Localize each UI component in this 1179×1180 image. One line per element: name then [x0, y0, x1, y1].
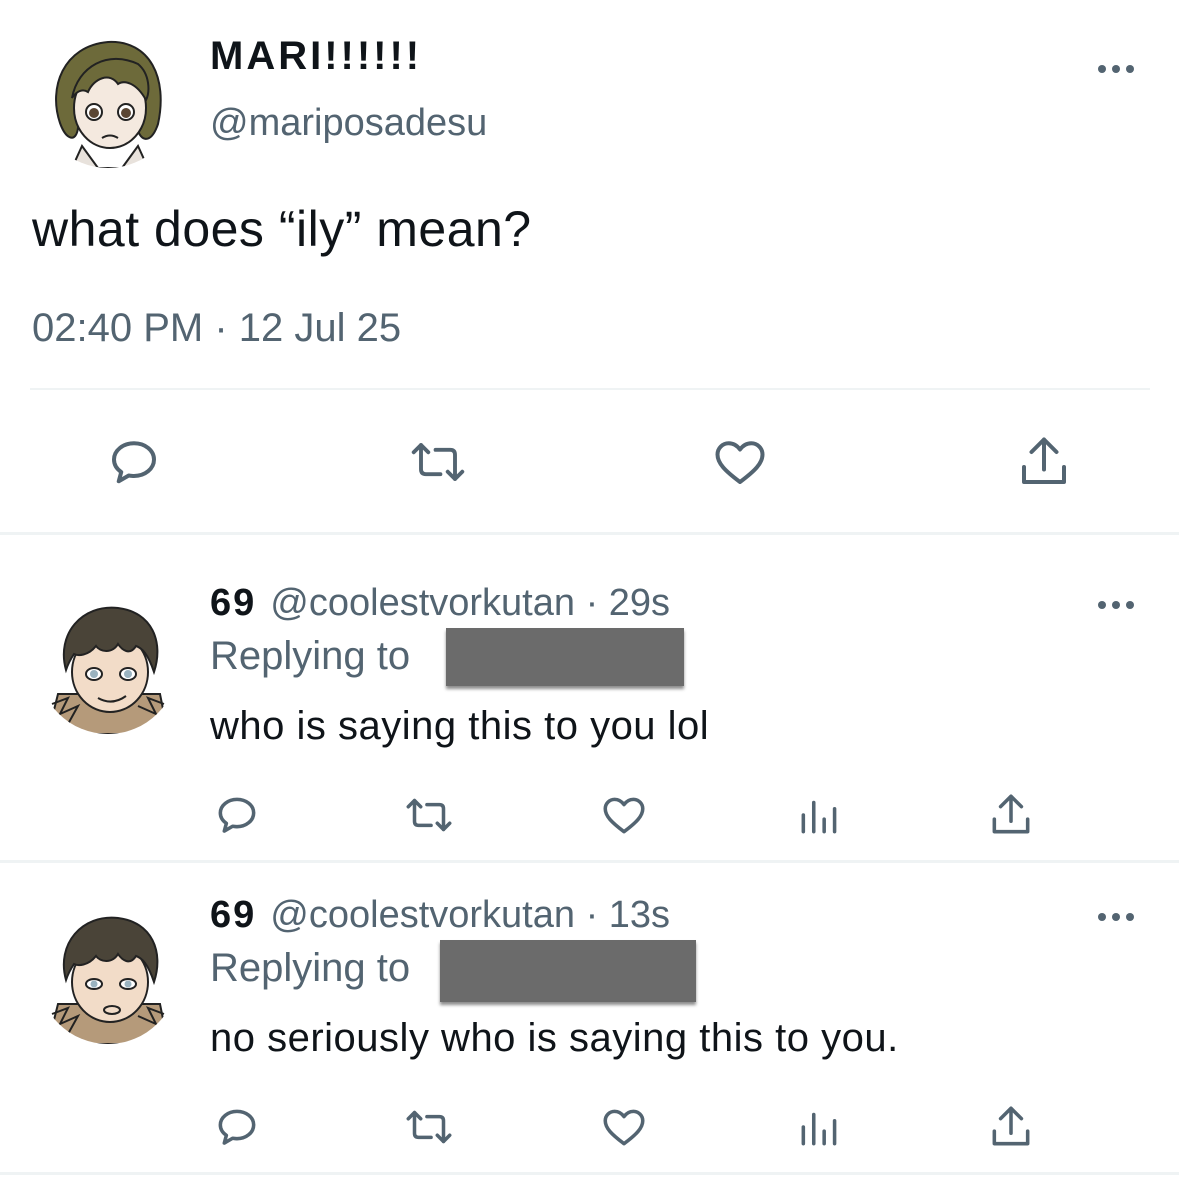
- like-button[interactable]: [599, 1102, 649, 1152]
- share-icon: [1022, 437, 1066, 484]
- reply-handle[interactable]: @coolestvorkutan: [270, 582, 575, 624]
- divider: [0, 1172, 1179, 1175]
- reply-button[interactable]: [104, 432, 164, 492]
- reply-text: no seriously who is saying this to you.: [210, 1016, 899, 1060]
- share-icon: [992, 794, 1030, 834]
- reply-text: who is saying this to you lol: [210, 704, 710, 748]
- author-handle[interactable]: @mariposadesu: [210, 102, 487, 145]
- share-button[interactable]: [986, 790, 1036, 840]
- avatar-coolestvorkutan[interactable]: [38, 904, 178, 1044]
- divider: [0, 532, 1179, 535]
- analytics-icon: [801, 1112, 837, 1146]
- retweet-icon: [411, 443, 465, 481]
- reply-time[interactable]: · 29s: [586, 582, 670, 624]
- like-icon: [603, 797, 645, 834]
- share-icon: [992, 1106, 1030, 1146]
- avatar-mari[interactable]: [38, 28, 178, 168]
- retweet-icon: [406, 798, 452, 832]
- analytics-icon: [801, 800, 837, 834]
- divider: [30, 388, 1150, 390]
- reply-time[interactable]: · 13s: [586, 894, 670, 936]
- analytics-button[interactable]: [795, 790, 845, 840]
- divider: [0, 860, 1179, 863]
- reply-header: 69 @coolestvorkutan · 29s: [210, 582, 670, 625]
- replying-to-label: Replying to: [210, 946, 411, 990]
- like-button[interactable]: [599, 790, 649, 840]
- retweet-icon: [406, 1110, 452, 1144]
- more-options-icon[interactable]: [1096, 902, 1136, 932]
- analytics-button[interactable]: [795, 1102, 845, 1152]
- reply-button[interactable]: [212, 790, 262, 840]
- retweet-button[interactable]: [400, 790, 458, 840]
- tweet-timestamp[interactable]: 02:40 PM · 12 Jul 25: [32, 306, 401, 351]
- more-options-icon[interactable]: [1096, 590, 1136, 620]
- author-display-name[interactable]: MARI!!!!!!: [210, 34, 422, 79]
- reply-display-name[interactable]: 69: [210, 894, 256, 936]
- like-button[interactable]: [710, 432, 770, 492]
- reply-button[interactable]: [212, 1102, 262, 1152]
- avatar-coolestvorkutan[interactable]: [38, 594, 178, 734]
- reply-display-name[interactable]: 69: [210, 582, 256, 624]
- reply-header: 69 @coolestvorkutan · 13s: [210, 894, 670, 937]
- reply-icon: [112, 441, 156, 484]
- more-options-icon[interactable]: [1096, 54, 1136, 84]
- like-icon: [715, 441, 765, 484]
- replying-to-label: Replying to: [210, 634, 411, 678]
- reply-icon: [218, 1109, 256, 1145]
- tweet-text: what does “ily” mean?: [32, 201, 532, 257]
- retweet-button[interactable]: [404, 432, 472, 492]
- share-button[interactable]: [1014, 432, 1074, 492]
- redacted-handle: [440, 940, 696, 1002]
- share-button[interactable]: [986, 1102, 1036, 1152]
- like-icon: [603, 1109, 645, 1146]
- retweet-button[interactable]: [400, 1102, 458, 1152]
- reply-handle[interactable]: @coolestvorkutan: [270, 894, 575, 936]
- reply-icon: [218, 797, 256, 833]
- redacted-handle: [446, 628, 684, 686]
